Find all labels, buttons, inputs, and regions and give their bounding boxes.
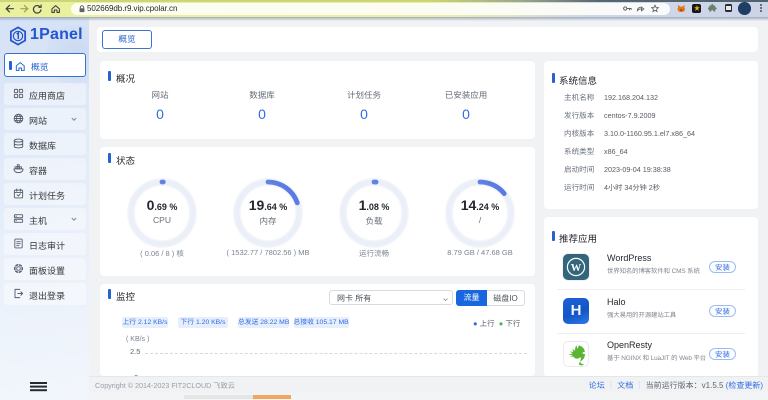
svg-text:W: W bbox=[571, 263, 582, 274]
